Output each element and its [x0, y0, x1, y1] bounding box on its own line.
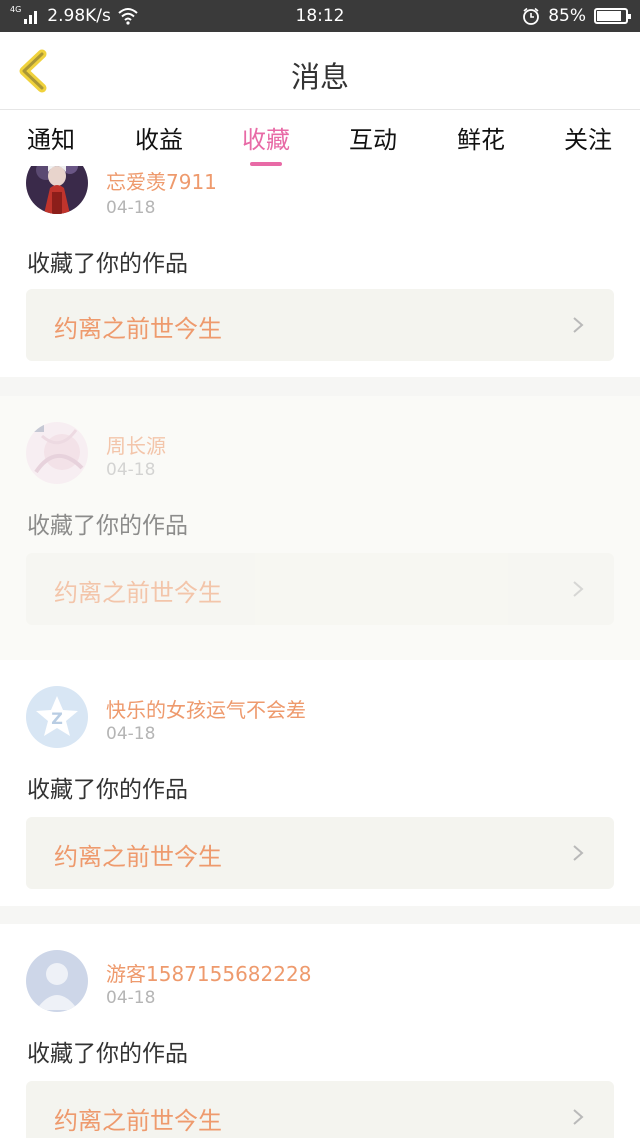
user-name[interactable]: 快乐的女孩运气不会差	[106, 694, 306, 723]
message-date: 04-18	[106, 198, 156, 218]
avatar-image: Z	[26, 686, 88, 748]
status-right: 85%	[522, 6, 631, 26]
message-card: 忘爱羡7911 04-18 收藏了你的作品 约离之前世今生	[0, 166, 640, 377]
chevron-right-icon	[573, 581, 584, 597]
action-text: 收藏了你的作品	[27, 777, 188, 803]
message-date: 04-18	[106, 460, 156, 480]
work-title: 约离之前世今生	[54, 843, 222, 871]
battery-icon	[594, 8, 631, 24]
avatar-image	[26, 166, 88, 214]
chevron-right-icon	[573, 845, 584, 861]
tab-flowers[interactable]: 鲜花	[441, 120, 521, 155]
message-card: 周长源 04-18 收藏了你的作品 约离之前世今生	[0, 396, 640, 660]
nav-bar: 消息	[0, 32, 640, 110]
work-link[interactable]: 约离之前世今生	[26, 289, 614, 361]
tab-earnings[interactable]: 收益	[119, 120, 199, 155]
avatar[interactable]	[26, 166, 88, 214]
battery-percent: 85%	[548, 6, 586, 26]
user-name[interactable]: 游客1587155682228	[106, 958, 311, 987]
alarm-icon	[523, 7, 540, 25]
message-date: 04-18	[106, 988, 156, 1008]
avatar[interactable]: Z	[26, 686, 88, 748]
status-bar: 4G 2.98K/s 18:12 85%	[0, 0, 640, 32]
work-link[interactable]: 约离之前世今生	[26, 1081, 614, 1138]
action-text: 收藏了你的作品	[27, 513, 188, 539]
tab-favorites-label: 收藏	[242, 126, 290, 154]
work-title: 约离之前世今生	[54, 1107, 222, 1135]
message-card: 游客1587155682228 04-18 收藏了你的作品 约离之前世今生	[0, 924, 640, 1138]
message-date: 04-18	[106, 724, 156, 744]
tab-follows[interactable]: 关注	[548, 120, 628, 155]
action-text: 收藏了你的作品	[27, 251, 188, 277]
battery-fill	[597, 11, 621, 21]
svg-text:Z: Z	[51, 709, 63, 728]
user-name[interactable]: 忘爱羡7911	[106, 166, 217, 195]
avatar[interactable]	[26, 950, 88, 1012]
tab-bar: 通知 收益 收藏 互动 鲜花 关注	[0, 110, 640, 166]
message-list: 忘爱羡7911 04-18 收藏了你的作品 约离之前世今生 周长源 04-18 …	[0, 166, 640, 1138]
page-title: 消息	[290, 60, 349, 94]
chevron-right-icon	[573, 317, 584, 333]
action-text: 收藏了你的作品	[27, 1041, 188, 1067]
work-title: 约离之前世今生	[54, 315, 222, 343]
chevron-right-icon	[573, 1109, 584, 1125]
avatar[interactable]	[26, 422, 88, 484]
tab-favorites[interactable]: 收藏	[226, 120, 306, 166]
work-link[interactable]: 约离之前世今生	[26, 817, 614, 889]
work-title: 约离之前世今生	[54, 579, 222, 607]
user-name[interactable]: 周长源	[106, 430, 166, 459]
work-link[interactable]: 约离之前世今生	[26, 553, 614, 625]
avatar-image	[26, 422, 88, 484]
tab-notifications[interactable]: 通知	[11, 120, 91, 155]
default-avatar-icon	[26, 950, 88, 1012]
message-card: Z 快乐的女孩运气不会差 04-18 收藏了你的作品 约离之前世今生	[0, 660, 640, 906]
tab-interactions[interactable]: 互动	[333, 120, 413, 155]
